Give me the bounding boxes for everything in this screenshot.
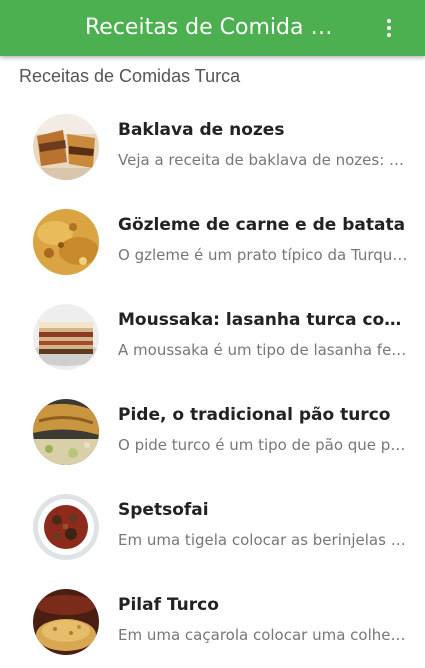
recipe-description: Em uma caçarola colocar uma colher de ma…: [118, 626, 408, 644]
app-bar: Receitas de Comida Turca: [0, 0, 425, 56]
gozleme-photo: [33, 209, 99, 275]
recipe-title: Moussaka: lasanha turca com carne: [118, 310, 408, 330]
recipe-title: Spetsofai: [118, 500, 209, 520]
recipe-item-moussaka[interactable]: Moussaka: lasanha turca com carne A mous…: [0, 288, 425, 383]
recipe-description: O pide turco é um tipo de pão que pode s…: [118, 436, 408, 454]
recipe-item-pilaf[interactable]: Pilaf Turco Em uma caçarola colocar uma …: [0, 573, 425, 668]
recipe-title: Pilaf Turco: [118, 595, 219, 615]
pilaf-photo: [33, 589, 99, 655]
spetsofai-photo: [33, 494, 99, 560]
baklava-photo: [33, 114, 99, 180]
recipe-list: Baklava de nozes Veja a receita de bakla…: [0, 98, 425, 668]
recipe-description: O gzleme é um prato típico da Turquia fe…: [118, 246, 408, 264]
recipe-item-baklava[interactable]: Baklava de nozes Veja a receita de bakla…: [0, 98, 425, 193]
recipe-item-gozleme[interactable]: Gözleme de carne e de batata O gzleme é …: [0, 193, 425, 288]
recipe-description: A moussaka é um tipo de lasanha feita co…: [118, 341, 408, 359]
pide-photo: [33, 399, 99, 465]
recipe-title: Gözleme de carne e de batata: [118, 215, 406, 235]
moussaka-photo: [33, 304, 99, 370]
recipe-title: Baklava de nozes: [118, 120, 285, 140]
list-subheader: Receitas de Comidas Turca: [19, 66, 241, 86]
recipe-description: Veja a receita de baklava de nozes: desf…: [118, 151, 408, 169]
more-vert-icon[interactable]: [377, 16, 401, 40]
recipe-item-pide[interactable]: Pide, o tradicional pão turco O pide tur…: [0, 383, 425, 478]
app-title: Receitas de Comida Turca: [85, 15, 335, 40]
recipe-item-spetsofai[interactable]: Spetsofai Em uma tigela colocar as berin…: [0, 478, 425, 573]
recipe-title: Pide, o tradicional pão turco: [118, 405, 391, 425]
recipe-description: Em uma tigela colocar as berinjelas cort…: [118, 531, 408, 549]
